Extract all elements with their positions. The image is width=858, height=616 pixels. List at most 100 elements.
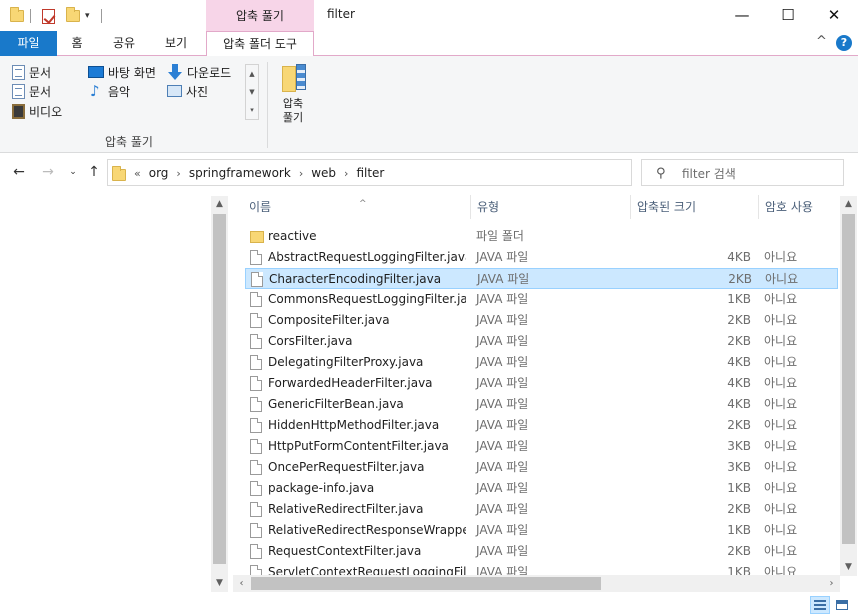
destination-downloads[interactable]: 다운로드 (167, 63, 231, 81)
destination-desktop[interactable]: 바탕 화면 (88, 63, 156, 81)
gallery-scrollbar[interactable]: ▲ ▼ ▾ (245, 64, 259, 120)
help-icon[interactable]: ? (836, 35, 852, 51)
breadcrumb-springframework[interactable]: springframework (189, 166, 291, 180)
file-icon (250, 439, 262, 454)
quick-access-dropdown-icon[interactable]: ▾ (85, 6, 90, 26)
column-header-password[interactable]: 암호 사용 (758, 193, 839, 221)
destination-videos[interactable]: 비디오 (12, 102, 62, 120)
destination-documents[interactable]: 문서 (12, 63, 51, 81)
file-name: RequestContextFilter.java (268, 544, 422, 558)
status-bar (0, 593, 858, 616)
navigation-pane[interactable] (0, 193, 210, 593)
tab-compressed-folder-tools[interactable]: 압축 폴더 도구 (206, 31, 314, 57)
file-icon (250, 481, 262, 496)
file-row[interactable]: GenericFilterBean.java JAVA 파일 4KB 아니요 (245, 394, 838, 415)
extract-all-label-line1: 압축 (282, 97, 304, 110)
file-row[interactable]: package-info.java JAVA 파일 1KB 아니요 (245, 478, 838, 499)
file-row[interactable]: RequestContextFilter.java JAVA 파일 2KB 아니요 (245, 541, 838, 562)
horizontal-scrollbar[interactable]: ‹ › (233, 575, 840, 592)
file-row[interactable]: DelegatingFilterProxy.java JAVA 파일 4KB 아니요 (245, 352, 838, 373)
large-icons-view-button[interactable] (832, 596, 852, 614)
file-list-scrollbar[interactable]: ▲ ▼ (840, 196, 857, 576)
tab-share[interactable]: 공유 (103, 31, 145, 56)
file-type: JAVA 파일 (476, 544, 529, 558)
file-icon (250, 355, 262, 370)
file-row[interactable]: CharacterEncodingFilter.java JAVA 파일 2KB 아니… (245, 268, 838, 289)
file-name: ServletContextRequestLoggingFilt... (268, 565, 466, 575)
file-row[interactable]: AbstractRequestLoggingFilter.java JAVA 파일… (245, 247, 838, 268)
file-row[interactable]: ServletContextRequestLoggingFilt... JAVA … (245, 562, 838, 575)
scroll-thumb[interactable] (842, 214, 855, 544)
file-name: HiddenHttpMethodFilter.java (268, 418, 440, 432)
destination-label: 사진 (186, 84, 209, 99)
maximize-button[interactable]: ☐ (765, 0, 811, 31)
tab-home[interactable]: 홈 (57, 31, 97, 56)
breadcrumb-separator[interactable]: › (344, 167, 348, 180)
file-type: JAVA 파일 (476, 334, 529, 348)
file-row[interactable]: OncePerRequestFilter.java JAVA 파일 3KB 아니요 (245, 457, 838, 478)
file-name: ForwardedHeaderFilter.java (268, 376, 433, 390)
scroll-down-icon[interactable]: ▼ (840, 559, 857, 576)
file-size: 1KB (727, 481, 751, 495)
forward-button[interactable]: → (38, 162, 58, 182)
gallery-more-icon[interactable]: ▾ (246, 101, 258, 119)
details-view-button[interactable] (810, 596, 830, 614)
overflow-crumb[interactable]: « (134, 167, 141, 180)
properties-icon[interactable] (42, 6, 55, 26)
destination-documents-2[interactable]: 문서 (12, 82, 51, 100)
file-row[interactable]: RelativeRedirectFilter.java JAVA 파일 2KB 아니요 (245, 499, 838, 520)
tab-file[interactable]: 파일 (0, 31, 57, 56)
breadcrumb-org[interactable]: org (149, 166, 169, 180)
gallery-up-icon[interactable]: ▲ (246, 65, 258, 83)
up-button[interactable]: ↑ (84, 162, 104, 182)
file-type: JAVA 파일 (477, 272, 530, 286)
file-row[interactable]: CompositeFilter.java JAVA 파일 2KB 아니요 (245, 310, 838, 331)
collapse-ribbon-icon[interactable]: ^ (816, 34, 827, 49)
column-header-type[interactable]: 유형 (470, 193, 630, 221)
file-password: 아니요 (764, 313, 798, 327)
scroll-left-icon[interactable]: ‹ (233, 575, 250, 592)
context-tab-header: 압축 풀기 (206, 0, 314, 31)
folder-icon[interactable] (10, 6, 24, 26)
extract-all-button[interactable]: 압축 풀기 (276, 62, 310, 128)
file-row[interactable]: CommonsRequestLoggingFilter.java JAVA 파일 1… (245, 289, 838, 310)
breadcrumb-separator[interactable]: › (299, 167, 303, 180)
back-button[interactable]: ← (9, 162, 29, 182)
destination-pictures[interactable]: 사진 (167, 82, 208, 100)
breadcrumb-web[interactable]: web (311, 166, 336, 180)
file-password: 아니요 (764, 565, 798, 575)
scroll-thumb[interactable] (213, 214, 226, 564)
minimize-button[interactable]: — (719, 0, 765, 31)
scroll-thumb[interactable] (251, 577, 601, 590)
file-size: 4KB (727, 397, 751, 411)
breadcrumb-separator[interactable]: › (176, 167, 180, 180)
file-icon (250, 418, 262, 433)
scroll-up-icon[interactable]: ▲ (840, 196, 857, 213)
file-size: 4KB (727, 355, 751, 369)
file-icon (250, 313, 262, 328)
new-folder-icon[interactable] (66, 6, 80, 26)
scroll-right-icon[interactable]: › (823, 575, 840, 592)
destination-music[interactable]: ♪ 음악 (90, 82, 130, 100)
file-icon (250, 544, 262, 559)
nav-pane-scrollbar[interactable]: ▲ ▼ (211, 196, 228, 592)
column-header-compressed-size[interactable]: 압축된 크기 (630, 193, 758, 221)
address-bar[interactable]: « org › springframework › web › filter ⌄… (107, 159, 725, 186)
scroll-up-icon[interactable]: ▲ (211, 196, 228, 213)
tab-view[interactable]: 보기 (154, 31, 198, 56)
file-row[interactable]: HiddenHttpMethodFilter.java JAVA 파일 2KB 아니요 (245, 415, 838, 436)
file-row[interactable]: ForwardedHeaderFilter.java JAVA 파일 4KB 아니요 (245, 373, 838, 394)
file-row[interactable]: HttpPutFormContentFilter.java JAVA 파일 3KB 아… (245, 436, 838, 457)
recent-locations-icon[interactable]: ⌄ (63, 162, 83, 182)
file-row[interactable]: reactive 파일 폴더 (245, 226, 838, 247)
file-password: 아니요 (764, 523, 798, 537)
file-row[interactable]: RelativeRedirectResponseWrapper.j... JAVA… (245, 520, 838, 541)
breadcrumb-filter[interactable]: filter (356, 166, 384, 180)
file-row[interactable]: CorsFilter.java JAVA 파일 2KB 아니요 (245, 331, 838, 352)
destination-label: 문서 (29, 65, 52, 80)
gallery-down-icon[interactable]: ▼ (246, 83, 258, 101)
close-button[interactable]: ✕ (811, 0, 857, 31)
scroll-down-icon[interactable]: ▼ (211, 575, 228, 592)
column-header-name[interactable]: 이름 ^ (242, 193, 470, 221)
search-box[interactable]: ⚲ filter 검색 (641, 159, 844, 186)
